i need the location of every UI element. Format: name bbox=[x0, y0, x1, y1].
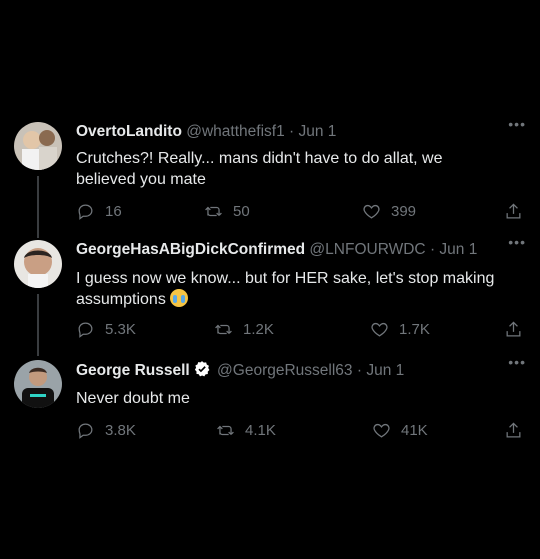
share-button[interactable] bbox=[504, 421, 533, 440]
like-button[interactable]: 399 bbox=[362, 202, 416, 221]
share-icon bbox=[506, 203, 521, 219]
reply-icon bbox=[78, 423, 93, 439]
avatar[interactable] bbox=[14, 360, 62, 408]
tweet-text: I guess now we know... but for HER sake,… bbox=[76, 270, 495, 308]
thread-line bbox=[37, 176, 39, 238]
retweet-icon bbox=[215, 324, 232, 335]
tweet-header: OvertoLandito @whatthefisf1 · Jun 1 bbox=[76, 122, 500, 142]
like-count: 1.7K bbox=[399, 321, 430, 338]
separator: · bbox=[429, 241, 436, 258]
handle[interactable]: @GeorgeRussell63 bbox=[217, 362, 353, 379]
share-icon bbox=[506, 321, 521, 337]
retweet-button[interactable]: 1.2K bbox=[214, 320, 274, 339]
tweet-text: Never doubt me bbox=[76, 390, 190, 407]
timestamp[interactable]: Jun 1 bbox=[298, 123, 336, 140]
action-bar: 3.8K 4.1K 41K bbox=[76, 421, 526, 443]
share-button[interactable] bbox=[504, 202, 533, 221]
reply-count: 3.8K bbox=[105, 422, 136, 439]
reply-count: 5.3K bbox=[105, 321, 136, 338]
more-options-icon[interactable]: ••• bbox=[508, 234, 526, 250]
separator: · bbox=[289, 123, 295, 140]
thread-line bbox=[37, 294, 39, 356]
tweet-text-block: I guess now we know... but for HER sake,… bbox=[76, 268, 500, 310]
share-button[interactable] bbox=[504, 320, 533, 339]
tweet-thread: OvertoLandito @whatthefisf1 · Jun 1 ••• … bbox=[0, 0, 540, 559]
reply-count: 16 bbox=[105, 203, 122, 220]
reply-button[interactable]: 5.3K bbox=[76, 320, 136, 339]
tweet-header: George Russell @GeorgeRussell63 · Jun 1 bbox=[76, 360, 500, 381]
heart-icon bbox=[371, 322, 388, 337]
timestamp[interactable]: Jun 1 bbox=[366, 362, 404, 379]
timestamp[interactable]: Jun 1 bbox=[439, 241, 477, 258]
tweet-header: GeorgeHasABigDickConfirmed @LNFOURWDC · … bbox=[76, 240, 500, 260]
retweet-button[interactable]: 4.1K bbox=[216, 421, 276, 440]
action-bar: 5.3K 1.2K 1.7K bbox=[76, 320, 526, 342]
handle[interactable]: @whatthefisf1 bbox=[186, 123, 284, 140]
like-count: 41K bbox=[401, 422, 428, 439]
heart-icon bbox=[373, 423, 390, 438]
reply-icon bbox=[78, 322, 93, 338]
more-options-icon[interactable]: ••• bbox=[508, 116, 526, 132]
action-bar: 16 50 399 bbox=[76, 202, 526, 224]
display-name[interactable]: George Russell bbox=[76, 362, 190, 379]
heart-icon bbox=[363, 204, 380, 219]
more-options-icon[interactable]: ••• bbox=[508, 354, 526, 370]
avatar[interactable] bbox=[14, 122, 62, 170]
retweet-button[interactable]: 50 bbox=[204, 202, 250, 221]
retweet-icon bbox=[205, 206, 222, 217]
separator: · bbox=[356, 362, 363, 379]
avatar[interactable] bbox=[14, 240, 62, 288]
retweet-count: 4.1K bbox=[245, 422, 276, 439]
retweet-count: 50 bbox=[233, 203, 250, 220]
display-name[interactable]: OvertoLandito bbox=[76, 123, 182, 140]
like-button[interactable]: 41K bbox=[372, 421, 428, 440]
like-count: 399 bbox=[391, 203, 417, 220]
reply-button[interactable]: 3.8K bbox=[76, 421, 136, 440]
like-button[interactable]: 1.7K bbox=[370, 320, 430, 339]
display-name[interactable]: GeorgeHasABigDickConfirmed bbox=[76, 241, 305, 258]
tweet-text: Crutches?! Really... mans didn't have to… bbox=[76, 150, 443, 188]
handle[interactable]: @LNFOURWDC bbox=[309, 241, 425, 258]
crying-face-emoji bbox=[169, 289, 188, 307]
reply-icon bbox=[78, 204, 93, 220]
retweet-icon bbox=[217, 425, 234, 436]
reply-button[interactable]: 16 bbox=[76, 202, 122, 221]
retweet-count: 1.2K bbox=[243, 321, 274, 338]
verified-badge-icon bbox=[194, 361, 210, 377]
share-icon bbox=[506, 422, 521, 438]
